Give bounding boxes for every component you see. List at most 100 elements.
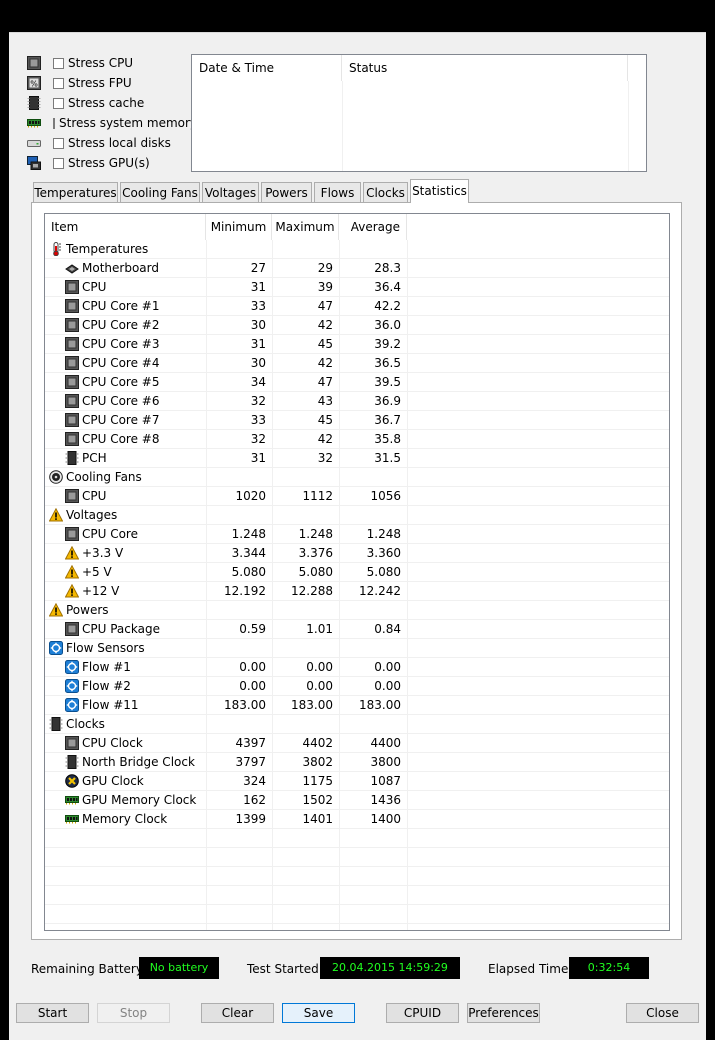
table-row[interactable]: CPU Core 1.248 1.248 1.248 — [45, 525, 669, 544]
close-button[interactable]: Close — [626, 1003, 699, 1023]
cpu-chip-icon — [65, 318, 79, 332]
log-col-datetime[interactable]: Date & Time — [192, 55, 342, 81]
stress-option[interactable]: Stress local disks — [27, 134, 197, 152]
cpuid-button[interactable]: CPUID — [386, 1003, 459, 1023]
table-row[interactable]: CPU Core #4 30 42 36.5 — [45, 354, 669, 373]
item-label: Cooling Fans — [66, 470, 142, 484]
table-row[interactable]: CPU Package 0.59 1.01 0.84 — [45, 620, 669, 639]
minimum-cell: 34 — [250, 375, 266, 389]
table-row[interactable]: Motherboard 27 29 28.3 — [45, 259, 669, 278]
stress-option-label[interactable]: Stress cache — [68, 96, 144, 110]
table-row[interactable]: CPU Clock 4397 4402 4400 — [45, 734, 669, 753]
item-label: CPU Clock — [82, 736, 143, 750]
statistics-table[interactable]: Item Minimum Maximum Average Temperature… — [44, 213, 670, 931]
category-row[interactable]: Powers — [45, 601, 669, 620]
item-cell: CPU Core #1 — [49, 297, 205, 315]
cpu-chip-icon — [27, 56, 41, 70]
stop-button[interactable]: Stop — [97, 1003, 170, 1023]
maximum-cell: 1175 — [302, 774, 333, 788]
item-cell: PCH — [49, 449, 205, 467]
item-cell: Clocks — [49, 715, 205, 733]
stress-checkbox[interactable] — [53, 117, 55, 129]
pch-chip-icon — [65, 451, 79, 465]
minimum-cell: 4397 — [235, 736, 266, 750]
col-item[interactable]: Item — [45, 214, 206, 240]
table-row[interactable]: CPU Core #8 32 42 35.8 — [45, 430, 669, 449]
table-row[interactable]: Flow #2 0.00 0.00 0.00 — [45, 677, 669, 696]
start-button[interactable]: Start — [16, 1003, 89, 1023]
stress-option[interactable]: Stress system memory — [27, 114, 197, 132]
col-minimum[interactable]: Minimum — [206, 214, 272, 240]
clear-button[interactable]: Clear — [201, 1003, 274, 1023]
stress-checkbox[interactable] — [53, 57, 64, 69]
item-label: Memory Clock — [82, 812, 168, 826]
tab-powers[interactable]: Powers — [261, 182, 312, 202]
tab-clocks[interactable]: Clocks — [363, 182, 408, 202]
tab-statistics[interactable]: Statistics — [410, 179, 469, 203]
tab-flows[interactable]: Flows — [314, 182, 361, 202]
stress-option-label[interactable]: Stress CPU — [68, 56, 133, 70]
table-row[interactable]: PCH 31 32 31.5 — [45, 449, 669, 468]
stress-option[interactable]: Stress cache — [27, 94, 197, 112]
item-label: CPU Core #4 — [82, 356, 160, 370]
test-started-value: 20.04.2015 14:59:29 — [320, 957, 460, 979]
minimum-cell: 12.192 — [224, 584, 266, 598]
col-average[interactable]: Average — [339, 214, 407, 240]
average-cell: 31.5 — [374, 451, 401, 465]
table-row[interactable]: +12 V 12.192 12.288 12.242 — [45, 582, 669, 601]
stress-option[interactable]: Stress CPU — [27, 54, 197, 72]
average-cell: 183.00 — [359, 698, 401, 712]
table-row[interactable]: CPU Core #1 33 47 42.2 — [45, 297, 669, 316]
table-row[interactable]: CPU Core #7 33 45 36.7 — [45, 411, 669, 430]
table-row[interactable]: CPU 1020 1112 1056 — [45, 487, 669, 506]
gpu-x-icon — [65, 774, 79, 788]
table-row[interactable]: GPU Memory Clock 162 1502 1436 — [45, 791, 669, 810]
table-row[interactable]: +5 V 5.080 5.080 5.080 — [45, 563, 669, 582]
average-cell: 1056 — [370, 489, 401, 503]
tab-temperatures[interactable]: Temperatures — [33, 182, 118, 202]
save-button[interactable]: Save — [282, 1003, 355, 1023]
log-list[interactable]: Date & Time Status — [191, 54, 647, 172]
table-row[interactable]: +3.3 V 3.344 3.376 3.360 — [45, 544, 669, 563]
table-row[interactable]: CPU Core #2 30 42 36.0 — [45, 316, 669, 335]
cpu-chip-icon — [65, 356, 79, 370]
average-cell: 36.7 — [374, 413, 401, 427]
category-row[interactable]: Cooling Fans — [45, 468, 669, 487]
stress-option-label[interactable]: Stress system memory — [59, 116, 197, 130]
table-row[interactable]: North Bridge Clock 3797 3802 3800 — [45, 753, 669, 772]
table-row[interactable]: CPU Core #5 34 47 39.5 — [45, 373, 669, 392]
stress-checkbox[interactable] — [53, 157, 64, 169]
stress-option[interactable]: Stress GPU(s) — [27, 154, 197, 172]
stress-option-label[interactable]: Stress local disks — [68, 136, 171, 150]
item-label: CPU Core — [82, 527, 138, 541]
table-row[interactable]: CPU Core #6 32 43 36.9 — [45, 392, 669, 411]
stress-checkbox[interactable] — [53, 97, 64, 109]
stress-option-label[interactable]: Stress FPU — [68, 76, 132, 90]
table-row[interactable]: Flow #1 0.00 0.00 0.00 — [45, 658, 669, 677]
table-row[interactable]: Flow #11 183.00 183.00 183.00 — [45, 696, 669, 715]
cpu-chip-icon — [65, 299, 79, 313]
category-row[interactable]: Flow Sensors — [45, 639, 669, 658]
table-row[interactable]: Memory Clock 1399 1401 1400 — [45, 810, 669, 829]
maximum-cell: 47 — [317, 375, 333, 389]
stress-checkbox[interactable] — [53, 137, 64, 149]
table-row[interactable]: CPU Core #3 31 45 39.2 — [45, 335, 669, 354]
category-row[interactable]: Temperatures — [45, 240, 669, 259]
col-maximum[interactable]: Maximum — [272, 214, 339, 240]
stress-option-label[interactable]: Stress GPU(s) — [68, 156, 150, 170]
empty-row — [45, 867, 669, 886]
maximum-cell: 43 — [317, 394, 333, 408]
category-row[interactable]: Clocks — [45, 715, 669, 734]
stress-checkbox[interactable] — [53, 77, 64, 89]
table-row[interactable]: CPU 31 39 36.4 — [45, 278, 669, 297]
category-row[interactable]: Voltages — [45, 506, 669, 525]
tab-cooling-fans[interactable]: Cooling Fans — [120, 182, 200, 202]
tab-voltages[interactable]: Voltages — [202, 182, 259, 202]
elapsed-time-label: Elapsed Time: — [488, 962, 573, 976]
table-row[interactable]: GPU Clock 324 1175 1087 — [45, 772, 669, 791]
log-col-status[interactable]: Status — [342, 55, 628, 81]
minimum-cell: 0.00 — [239, 679, 266, 693]
stress-option[interactable]: % Stress FPU — [27, 74, 197, 92]
preferences-button[interactable]: Preferences — [467, 1003, 540, 1023]
minimum-cell: 3.344 — [231, 546, 266, 560]
